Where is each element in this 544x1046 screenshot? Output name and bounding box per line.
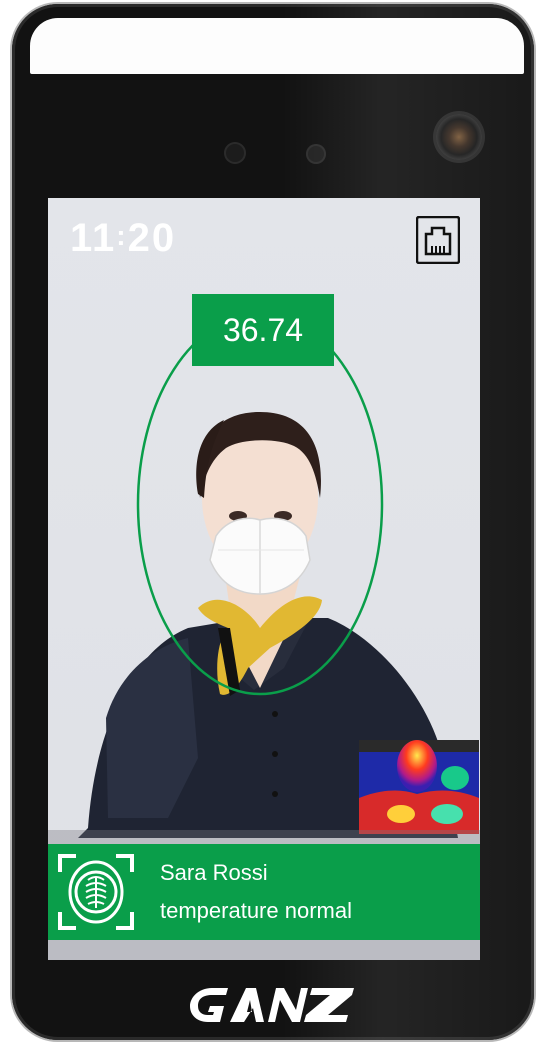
temperature-readout: 36.74 <box>192 294 334 366</box>
thermal-preview <box>359 740 479 834</box>
device-screen: 11:20 36.74 Sara Rossi temperature norma… <box>48 198 480 960</box>
camera-lens <box>436 114 482 160</box>
ir-sensor-left <box>224 142 246 164</box>
clock-display: 11:20 <box>70 216 176 261</box>
recognized-name: Sara Rossi <box>160 860 268 885</box>
clock-hours: 11 <box>70 216 117 260</box>
clock-minutes: 20 <box>127 216 177 260</box>
ir-sensor-right <box>306 144 326 164</box>
recognition-banner: Sara Rossi temperature normal <box>48 844 480 940</box>
ganz-logo <box>190 988 354 1022</box>
temperature-status: temperature normal <box>160 898 352 923</box>
clock-separator: : <box>116 220 128 251</box>
ethernet-port-icon <box>416 216 460 264</box>
device-top-strip <box>30 18 524 74</box>
fingerprint-scan-icon <box>58 854 134 930</box>
